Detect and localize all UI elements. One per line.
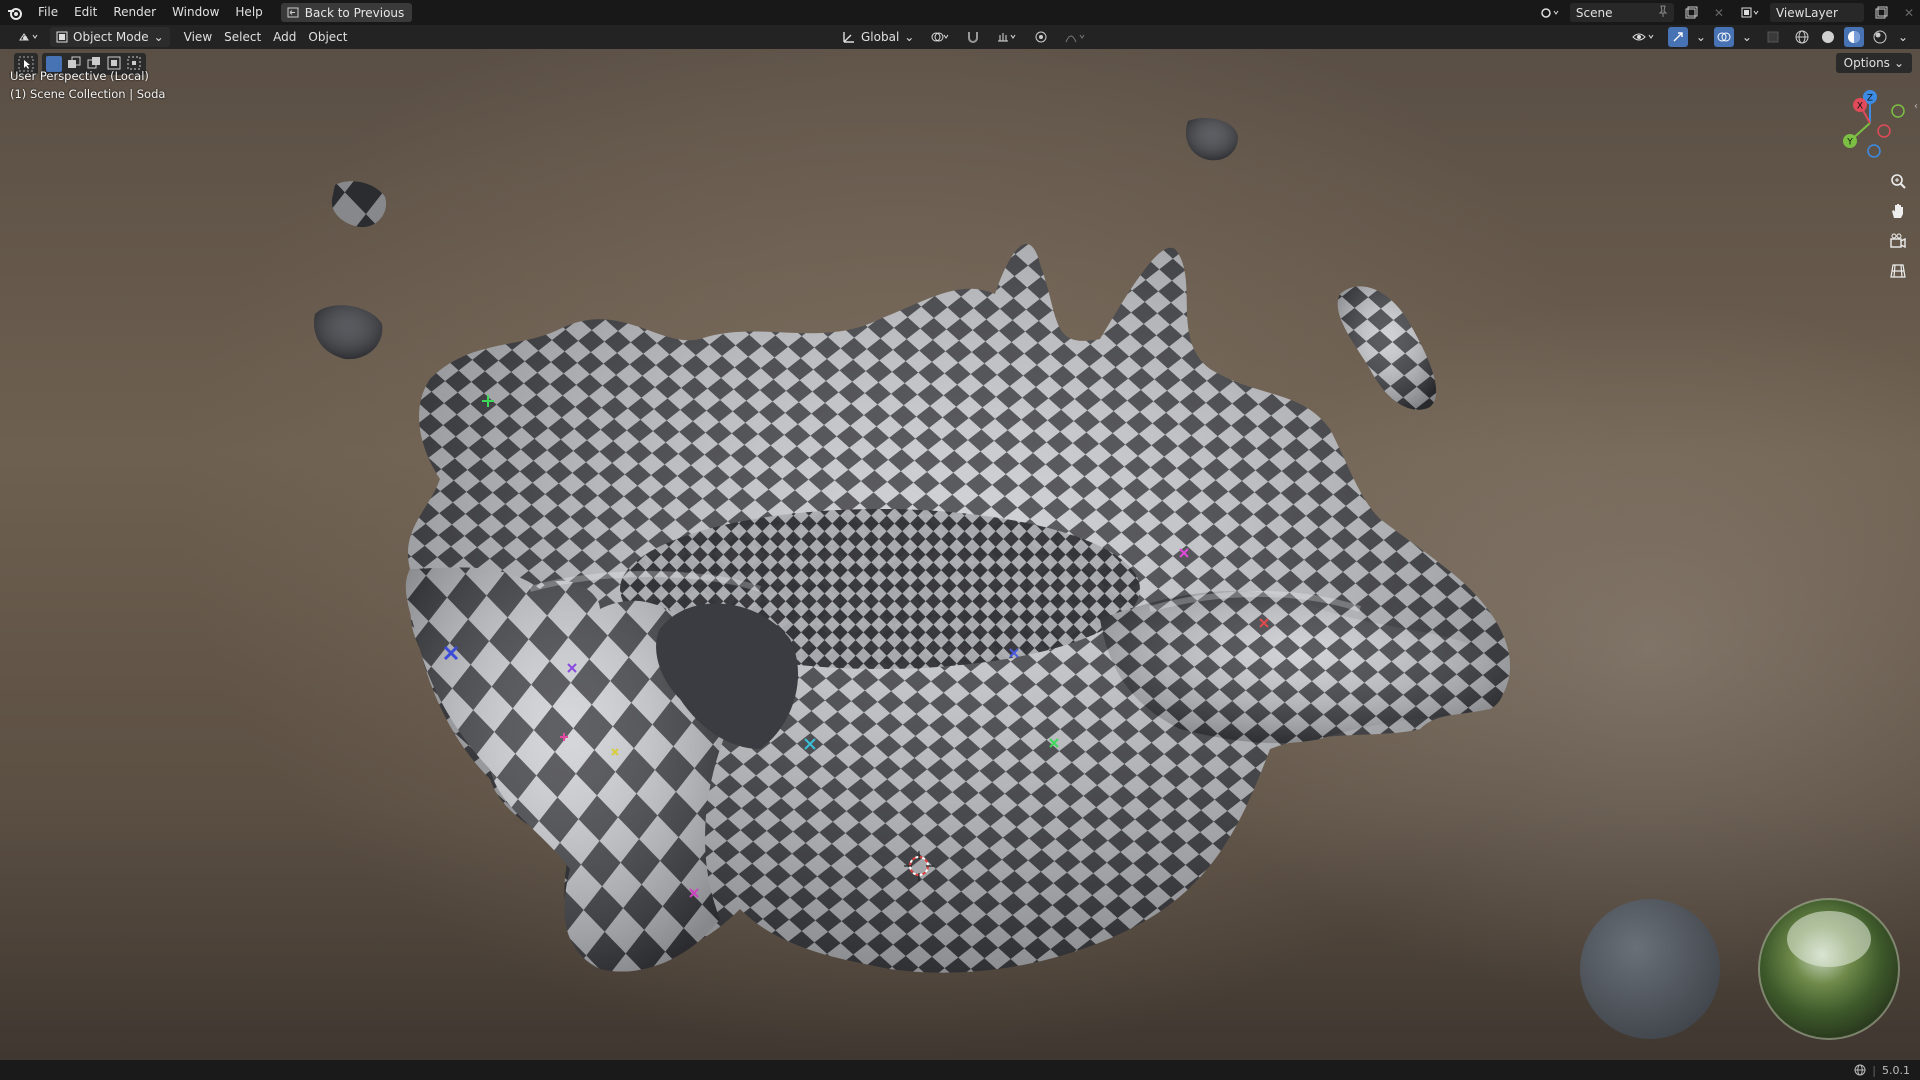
shading-solid-button[interactable]: [1818, 27, 1838, 47]
rendered-sphere-icon: [1873, 30, 1887, 44]
gizmo-icon: [1673, 32, 1683, 42]
perspective-toggle-icon[interactable]: [1886, 259, 1910, 283]
overlays-icon: [1717, 32, 1731, 42]
xray-icon: [1767, 31, 1779, 43]
shading-wireframe-button[interactable]: [1792, 27, 1812, 47]
viewport-header: Object Mode ⌄ View Select Add Object Glo…: [0, 25, 1920, 49]
view-layer-name: ViewLayer: [1775, 5, 1838, 20]
snap-increment-icon: [998, 33, 1016, 42]
options-label: Options: [1843, 56, 1890, 70]
scene-name-field[interactable]: Scene: [1569, 3, 1674, 22]
transform-tools: Global ⌄: [836, 25, 1094, 49]
menu-render[interactable]: Render: [105, 0, 164, 25]
3d-viewport[interactable]: User Perspective (Local) (1) Scene Colle…: [0, 49, 1920, 1060]
pivot-icon: [931, 32, 949, 42]
status-separator: |: [1872, 1063, 1876, 1077]
navigation-gizmo[interactable]: Z Y X: [1834, 87, 1906, 159]
gizmo-x-label: X: [1857, 102, 1863, 112]
globe-icon: [1854, 1064, 1866, 1076]
visibility-dropdown[interactable]: [1626, 27, 1662, 47]
viewport-scene[interactable]: [0, 49, 1920, 1060]
pan-hand-icon[interactable]: [1886, 199, 1910, 223]
proportional-editing-toggle[interactable]: [1028, 27, 1054, 47]
viewport-collection-label: (1) Scene Collection | Soda: [10, 87, 166, 101]
back-to-previous-button[interactable]: Back to Previous: [280, 3, 413, 22]
blender-logo-icon[interactable]: [0, 0, 30, 25]
gizmos-dropdown-chevron-icon[interactable]: ⌄: [1694, 27, 1708, 47]
mode-label: Object Mode: [73, 30, 149, 44]
gizmo-neg-z[interactable]: [1867, 144, 1881, 158]
new-scene-icon[interactable]: [1678, 3, 1704, 23]
gizmos-toggle[interactable]: [1667, 27, 1688, 47]
eye-icon: [1632, 33, 1654, 41]
soda-splash-mesh[interactable]: [405, 243, 1511, 973]
options-dropdown[interactable]: Options ⌄: [1835, 53, 1912, 73]
gizmo-z-label: Z: [1867, 94, 1873, 104]
snap-target-dropdown[interactable]: [990, 27, 1024, 47]
camera-view-icon[interactable]: [1886, 229, 1910, 253]
shading-material-button[interactable]: [1843, 27, 1864, 47]
orientation-icon: [843, 32, 854, 43]
zoom-icon[interactable]: [1886, 169, 1910, 193]
xray-toggle[interactable]: [1760, 27, 1786, 47]
transform-orientation-dropdown[interactable]: Global ⌄: [836, 27, 920, 47]
droplet-2[interactable]: [314, 305, 383, 360]
scene-controls: Scene ✕ ViewLayer ✕: [1534, 0, 1920, 25]
version-label: 5.0.1: [1882, 1063, 1910, 1077]
menu-view[interactable]: View: [178, 27, 218, 47]
gizmo-neg-x[interactable]: [1877, 124, 1891, 138]
snap-toggle[interactable]: [960, 27, 986, 47]
top-menu-bar: File Edit Render Window Help Back to Pre…: [0, 0, 1920, 25]
menu-select[interactable]: Select: [218, 27, 267, 47]
droplet-3[interactable]: [1185, 117, 1238, 161]
status-bar: | 5.0.1: [0, 1060, 1920, 1080]
delete-view-layer-icon[interactable]: ✕: [1898, 3, 1920, 23]
droplet-4[interactable]: [1337, 286, 1437, 410]
sidebar-toggle-icon[interactable]: ‹: [1914, 101, 1918, 112]
overlays-toggle[interactable]: [1713, 27, 1734, 47]
object-mode-icon: [56, 31, 68, 43]
falloff-curve-icon: [1065, 34, 1085, 43]
pin-icon[interactable]: [1658, 5, 1668, 20]
wireframe-sphere-icon: [1795, 30, 1809, 44]
delete-scene-icon[interactable]: ✕: [1708, 3, 1730, 23]
back-to-previous-label: Back to Previous: [304, 5, 405, 20]
viewport-display-tools: ⌄ ⌄ ⌄: [1626, 25, 1910, 49]
menu-window[interactable]: Window: [164, 0, 227, 25]
new-view-layer-icon[interactable]: [1868, 3, 1894, 23]
transform-orientation-label: Global: [861, 30, 900, 44]
shading-dropdown-chevron-icon[interactable]: ⌄: [1896, 27, 1910, 47]
menu-object[interactable]: Object: [302, 27, 353, 47]
menu-add[interactable]: Add: [267, 27, 302, 47]
back-icon: [287, 7, 299, 18]
gizmo-neg-y[interactable]: [1891, 104, 1905, 118]
matcap-preview-sphere: [1580, 899, 1720, 1039]
falloff-dropdown[interactable]: [1058, 27, 1094, 47]
shading-rendered-button[interactable]: [1870, 27, 1890, 47]
chevron-down-icon: ⌄: [153, 30, 164, 44]
editor-type-icon[interactable]: [12, 27, 46, 47]
hdri-preview-sphere: [1758, 898, 1900, 1040]
pivot-point-dropdown[interactable]: [924, 27, 956, 47]
proportional-edit-icon: [1035, 31, 1047, 43]
mode-dropdown[interactable]: Object Mode ⌄: [50, 27, 170, 47]
scene-name: Scene: [1575, 5, 1613, 20]
scene-browser-icon[interactable]: [1534, 3, 1566, 23]
magnet-icon: [968, 32, 979, 43]
solid-sphere-icon: [1821, 31, 1834, 43]
menu-file[interactable]: File: [30, 0, 66, 25]
chevron-down-icon: ⌄: [904, 30, 915, 44]
menu-edit[interactable]: Edit: [66, 0, 105, 25]
viewport-perspective-label: User Perspective (Local): [10, 69, 149, 83]
material-sphere-icon: [1847, 31, 1860, 43]
menu-help[interactable]: Help: [227, 0, 270, 25]
gizmo-y-label: Y: [1846, 138, 1853, 148]
droplet-1[interactable]: [331, 181, 386, 228]
view-layer-field[interactable]: ViewLayer: [1769, 3, 1864, 22]
view-layer-browser-icon[interactable]: [1734, 3, 1766, 23]
overlays-dropdown-chevron-icon[interactable]: ⌄: [1740, 27, 1754, 47]
chevron-down-icon: ⌄: [1893, 56, 1904, 70]
